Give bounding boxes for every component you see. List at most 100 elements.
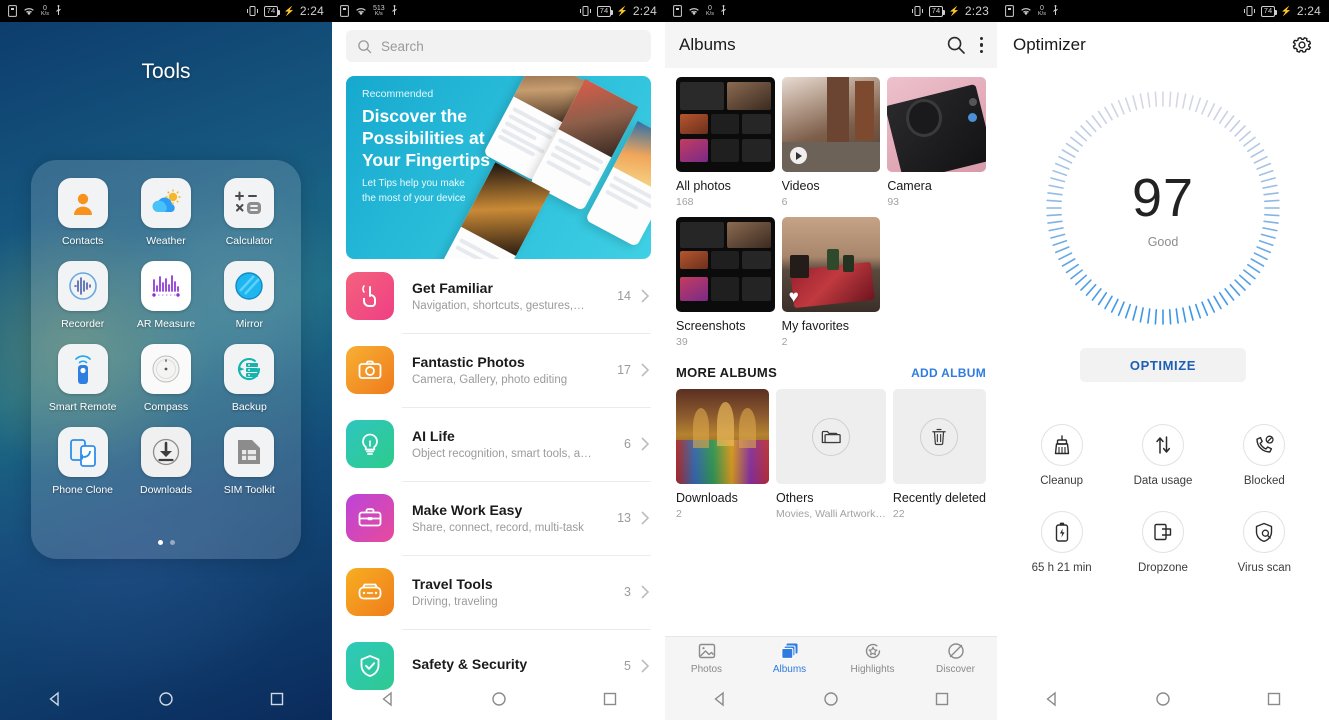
wifi-icon (689, 8, 699, 16)
back-icon[interactable] (710, 689, 730, 709)
optimizer-tile-grid: Cleanup Data usage Blocked 65 h 21 min D… (997, 424, 1329, 574)
album-item[interactable]: Others Movies, Walli Artwork… (775, 389, 886, 520)
album-item[interactable]: ♥ My favorites 2 (781, 217, 881, 348)
home-icon[interactable] (1153, 689, 1173, 709)
optimizer-tile-blocked[interactable]: Blocked (1214, 424, 1315, 487)
app-backup[interactable]: Backup (208, 344, 291, 413)
tile-label: Blocked (1243, 475, 1285, 487)
optimize-button[interactable]: OPTIMIZE (1080, 348, 1246, 382)
app-weather[interactable]: Weather (124, 178, 207, 247)
album-item[interactable]: Downloads 2 (676, 389, 769, 520)
tips-recommended-banner[interactable]: Recommended Discover the Possibilities a… (346, 76, 651, 259)
app-contacts[interactable]: Contacts (41, 178, 124, 247)
tips-row-text: Fantastic Photos Camera, Gallery, photo … (412, 354, 617, 386)
recents-icon[interactable] (267, 689, 287, 709)
app-label: Phone Clone (52, 484, 114, 496)
battery-indicator: 74 (263, 5, 281, 17)
sim-card-icon (340, 5, 349, 17)
charging-icon: ⚡ (948, 5, 960, 16)
clock: 2:24 (299, 4, 324, 18)
overflow-menu-icon[interactable] (979, 37, 983, 53)
back-icon[interactable] (1042, 689, 1062, 709)
tips-row-subtitle: Share, connect, record, multi-task (412, 522, 584, 534)
album-item[interactable]: Recently deleted 22 (892, 389, 986, 520)
status-bar-right-icons: 74 ⚡ 2:23 (911, 4, 989, 18)
recents-icon[interactable] (600, 689, 620, 709)
add-album-button[interactable]: ADD ALBUM (911, 366, 986, 380)
system-navigation-bar-2[interactable] (332, 678, 665, 720)
tips-row-subtitle: Driving, traveling (412, 596, 498, 608)
album-item[interactable]: Videos 6 (781, 77, 881, 208)
app-sim-toolkit[interactable]: SIM Toolkit (208, 427, 291, 496)
highlights-icon (865, 643, 880, 658)
mirror-icon (224, 261, 275, 311)
score-value: 97 (1131, 168, 1195, 228)
chevron-right-icon (641, 585, 650, 599)
back-icon[interactable] (378, 689, 398, 709)
video-play-badge (789, 147, 807, 164)
status-bar-4: 0 K/s 74 ⚡ 2:24 (997, 0, 1329, 22)
app-downloads[interactable]: Downloads (124, 427, 207, 496)
system-navigation-bar-3[interactable] (665, 678, 997, 720)
sim-card-icon (1005, 5, 1014, 17)
page-dot-1[interactable] (157, 540, 163, 545)
album-item[interactable]: All photos 168 (676, 77, 775, 208)
optimizer-tile-virus-scan[interactable]: Virus scan (1214, 511, 1315, 574)
tips-row-make-work-easy[interactable]: Make Work Easy Share, connect, record, m… (332, 481, 665, 555)
more-albums-grid: Downloads 2 Others Movies, Walli Artwork… (676, 389, 986, 529)
system-navigation-bar-1[interactable] (0, 678, 332, 720)
recents-icon[interactable] (1264, 689, 1284, 709)
app-smart-remote[interactable]: Smart Remote (41, 344, 124, 413)
tips-row-ai-life[interactable]: AI Life Object recognition, smart tools,… (332, 407, 665, 481)
tips-row-travel-tools[interactable]: Travel Tools Driving, traveling 3 (332, 555, 665, 629)
page-dot-2[interactable] (169, 540, 175, 545)
tips-row-count: 17 (617, 363, 631, 377)
tab-highlights[interactable]: Highlights (831, 641, 914, 675)
system-navigation-bar-4[interactable] (997, 678, 1329, 720)
tips-row-title: AI Life (412, 428, 455, 444)
tab-discover[interactable]: Discover (914, 641, 997, 675)
network-speed-indicator: 513 K/s (373, 5, 385, 18)
optimizer-tile-data-usage[interactable]: Data usage (1112, 424, 1213, 487)
tab-photos[interactable]: Photos (665, 641, 748, 675)
tab-label: Highlights (850, 663, 895, 675)
network-speed-unit: K/s (374, 10, 383, 17)
recorder-icon (57, 261, 108, 311)
home-icon[interactable] (821, 689, 841, 709)
app-label: Backup (231, 401, 267, 413)
app-recorder[interactable]: Recorder (41, 261, 124, 330)
battery-indicator: 74 (928, 5, 946, 17)
app-calculator[interactable]: Calculator (208, 178, 291, 247)
optimizer-tile-cleanup[interactable]: Cleanup (1011, 424, 1112, 487)
app-compass[interactable]: Compass (124, 344, 207, 413)
network-speed-indicator: 0 K/s (41, 5, 49, 18)
tips-search-container: Search (332, 22, 665, 68)
optimizer-tile-dropzone[interactable]: Dropzone (1112, 511, 1213, 574)
optimizer-tile-battery[interactable]: 65 h 21 min (1011, 511, 1112, 574)
album-item[interactable]: Screenshots 39 (676, 217, 775, 348)
search-icon[interactable] (946, 35, 966, 55)
home-icon[interactable] (156, 689, 176, 709)
tips-row-text: Make Work Easy Share, connect, record, m… (412, 502, 617, 534)
page-title: Albums (679, 35, 736, 54)
home-icon[interactable] (489, 689, 509, 709)
search-input[interactable]: Search (346, 30, 651, 62)
tips-row-fantastic-photos[interactable]: Fantastic Photos Camera, Gallery, photo … (332, 333, 665, 407)
album-count: Movies, Walli Artwork… (775, 508, 886, 520)
app-mirror[interactable]: Mirror (208, 261, 291, 330)
tab-albums[interactable]: Albums (748, 641, 831, 675)
tips-row-title: Make Work Easy (412, 502, 523, 518)
gear-icon[interactable] (1291, 34, 1313, 56)
recents-icon[interactable] (932, 689, 952, 709)
panel-home-folder: 0 K/s 74 ⚡ 2:24 Tools Contacts Weather C… (0, 0, 332, 720)
app-phone-clone[interactable]: Phone Clone (41, 427, 124, 496)
album-name: Downloads (676, 491, 738, 505)
status-bar-left-icons: 513 K/s (340, 5, 399, 18)
album-item[interactable]: Camera 93 (887, 77, 986, 208)
back-icon[interactable] (45, 689, 65, 709)
sim-card-icon (8, 5, 17, 17)
folder-page-dots[interactable] (31, 540, 301, 545)
app-ar-measure[interactable]: AR Measure (124, 261, 207, 330)
tips-row-get-familiar[interactable]: Get Familiar Navigation, shortcuts, gest… (332, 259, 665, 333)
tips-row-title: Travel Tools (412, 576, 493, 592)
